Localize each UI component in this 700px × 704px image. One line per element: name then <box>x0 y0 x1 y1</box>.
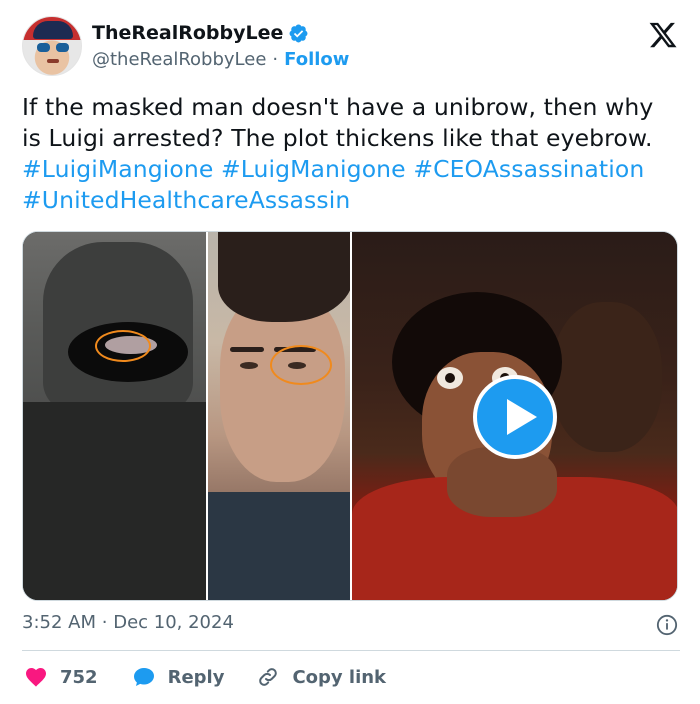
display-name[interactable]: TheRealRobbyLee <box>92 22 283 44</box>
info-icon[interactable] <box>656 614 678 636</box>
tweet-header: TheRealRobbyLee @theRealRobbyLee · Follo… <box>22 14 680 78</box>
reply-bubble-icon <box>133 668 154 686</box>
avatar-cap <box>33 21 73 39</box>
left-eyebrow <box>230 347 264 352</box>
user-handle[interactable]: @theRealRobbyLee <box>92 49 266 70</box>
handle-row: @theRealRobbyLee · Follow <box>92 49 349 70</box>
hashtag-link[interactable]: #LuigiMangione <box>22 155 213 183</box>
tweet-text: If the masked man doesn't have a unibrow… <box>22 92 672 216</box>
avatar-sunglasses <box>37 43 69 52</box>
dark-jacket <box>23 402 206 600</box>
luigi-face-image <box>208 232 350 600</box>
tweet-timestamp-row: 3:52 AM · Dec 10, 2024 <box>22 612 680 640</box>
copy-link-button[interactable]: Copy link <box>256 665 386 689</box>
heart-icon <box>26 668 46 687</box>
reply-label: Reply <box>167 666 225 688</box>
like-count: 752 <box>60 666 98 688</box>
x-logo-icon[interactable] <box>648 20 678 50</box>
tweet-body: If the masked man doesn't have a unibrow… <box>22 93 654 152</box>
background-person <box>552 302 662 452</box>
tweet-date[interactable]: Dec 10, 2024 <box>113 612 234 633</box>
like-button[interactable]: 752 <box>24 665 98 689</box>
masked-man-image <box>23 232 206 600</box>
left-eye <box>240 362 258 369</box>
left-eye <box>437 367 463 389</box>
name-row: TheRealRobbyLee <box>92 22 309 44</box>
divider-line <box>22 650 680 651</box>
handle-separator: · <box>272 49 279 70</box>
eyebrow-circle-annotation <box>270 345 332 385</box>
hashtag-link[interactable]: #UnitedHealthcareAssassin <box>22 186 350 214</box>
tweet-time[interactable]: 3:52 AM <box>22 612 96 633</box>
avatar[interactable] <box>22 16 82 76</box>
hashtag-link[interactable]: #CEOAssassination <box>413 155 644 183</box>
eyebrow-circle-annotation <box>95 330 151 362</box>
hand-with-popcorn <box>447 447 557 517</box>
play-icon[interactable] <box>473 375 557 459</box>
timestamp-separator: · <box>101 612 108 633</box>
avatar-mouth <box>47 59 59 63</box>
hashtag-link[interactable]: #LuigManigone <box>221 155 406 183</box>
copy-link-label: Copy link <box>292 666 387 688</box>
hair-shape <box>218 232 350 322</box>
tweet-embed-card: TheRealRobbyLee @theRealRobbyLee · Follo… <box>0 0 700 704</box>
video-media[interactable] <box>22 231 678 601</box>
reply-button[interactable]: Reply <box>132 665 225 689</box>
verified-badge-icon <box>289 24 308 42</box>
dark-shirt <box>208 492 350 600</box>
link-icon <box>259 668 278 686</box>
tweet-actions: 752 Reply Copy link <box>22 662 386 692</box>
follow-button[interactable]: Follow <box>284 49 349 70</box>
